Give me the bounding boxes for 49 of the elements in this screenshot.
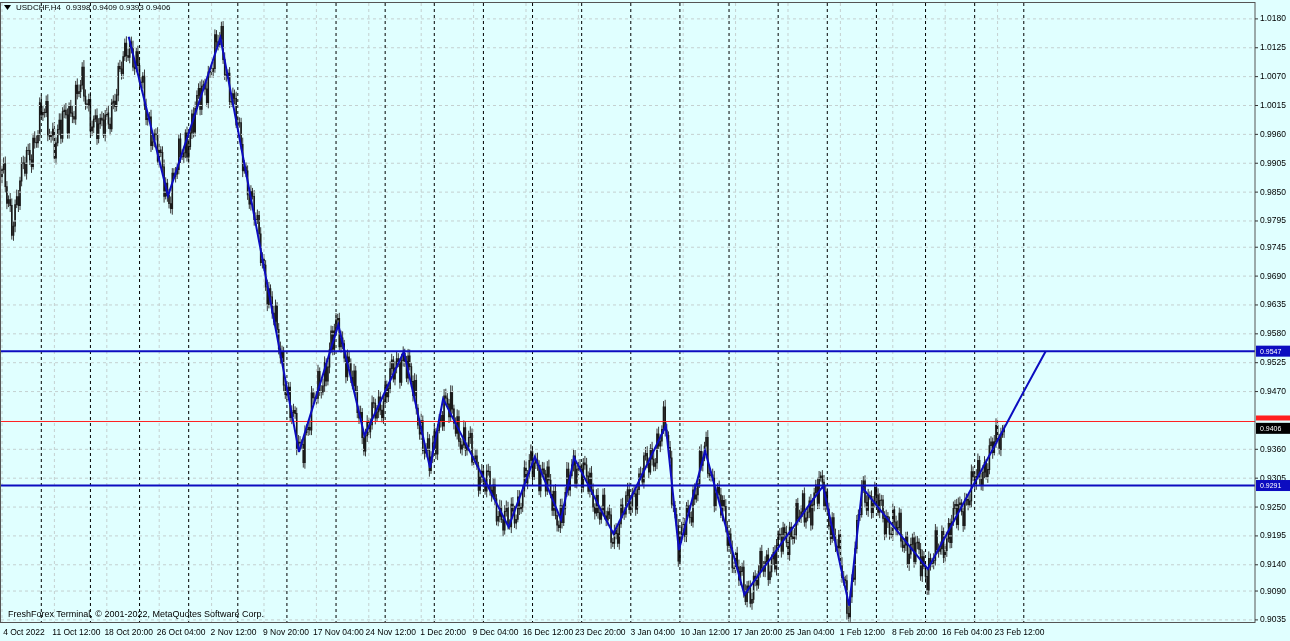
price-tag — [1256, 422, 1290, 434]
axis-label: 23 Feb 12:00 — [994, 627, 1045, 637]
axis-label: 10 Jan 12:00 — [680, 627, 730, 637]
axis-label: 1.0015 — [1260, 100, 1286, 110]
axis-label: 0.9305 — [1260, 472, 1286, 483]
axis-label: 23 Dec 20:00 — [575, 627, 626, 637]
axis-label: 1.0180 — [1260, 13, 1286, 24]
axis-label: 2 Nov 12:00 — [210, 627, 257, 637]
axis-label: 0.9250 — [1260, 501, 1286, 512]
axis-label: 17 Nov 04:00 — [313, 627, 364, 637]
axis-label: 0.9905 — [1260, 157, 1286, 168]
axis-label: 11 Oct 12:00 — [52, 627, 101, 637]
axis-label: 0.9795 — [1260, 215, 1286, 226]
price-quote: 0.9398 0.9409 0.9393 0.9406 — [65, 3, 171, 12]
axis-label: 0.9470 — [1260, 386, 1286, 397]
axis-label: 0.9035 — [1260, 614, 1286, 625]
axis-label: 0.9090 — [1260, 585, 1286, 596]
axis-label: 8 Feb 20:00 — [892, 627, 938, 637]
axis-label: 26 Oct 04:00 — [156, 627, 206, 637]
axis-label: 25 Jan 04:00 — [785, 627, 835, 637]
axis-label: 0.9745 — [1260, 241, 1286, 252]
axis-label: 0.9960 — [1260, 128, 1286, 139]
axis-label: 4 Oct 2022 — [3, 627, 45, 637]
axis-label: 0.9580 — [1260, 328, 1286, 339]
axis-label: 9 Nov 20:00 — [263, 627, 309, 637]
axis-label: 0.9525 — [1260, 357, 1286, 368]
axis-label: 17 Jan 20:00 — [732, 627, 783, 637]
level-line[interactable] — [0, 350, 1256, 353]
axis-label: 1.0070 — [1260, 71, 1286, 82]
axis-label: 1 Feb 12:00 — [839, 627, 885, 637]
axis-label: 1.0125 — [1260, 42, 1286, 53]
axis-label: 1 Dec 20:00 — [420, 627, 467, 637]
axis-label: 0.9850 — [1260, 186, 1286, 197]
copyright-text: FreshForex Terminal, © 2001-2022, MetaQuotes Software Corp. — [8, 609, 265, 619]
axis-label: 0.9635 — [1260, 299, 1286, 310]
axis-label: 9 Dec 04:00 — [472, 627, 519, 637]
axis-label: 3 Jan 04:00 — [630, 627, 675, 637]
level-line[interactable] — [0, 484, 1256, 487]
axis-label: 0.9195 — [1260, 530, 1286, 541]
axis-label: 16 Feb 04:00 — [942, 627, 993, 637]
axis-label: 0.9360 — [1260, 443, 1286, 454]
chart-title: USDCHF,H4 — [16, 3, 61, 12]
dropdown-icon[interactable] — [4, 5, 11, 10]
axis-label: 16 Dec 12:00 — [522, 627, 574, 637]
axis-label: 0.9140 — [1260, 559, 1286, 570]
axis-label: 0.9690 — [1260, 270, 1286, 281]
axis-label: 18 Oct 20:00 — [104, 627, 154, 637]
price-marker — [1256, 415, 1290, 421]
axis-label: 24 Nov 12:00 — [365, 627, 417, 637]
